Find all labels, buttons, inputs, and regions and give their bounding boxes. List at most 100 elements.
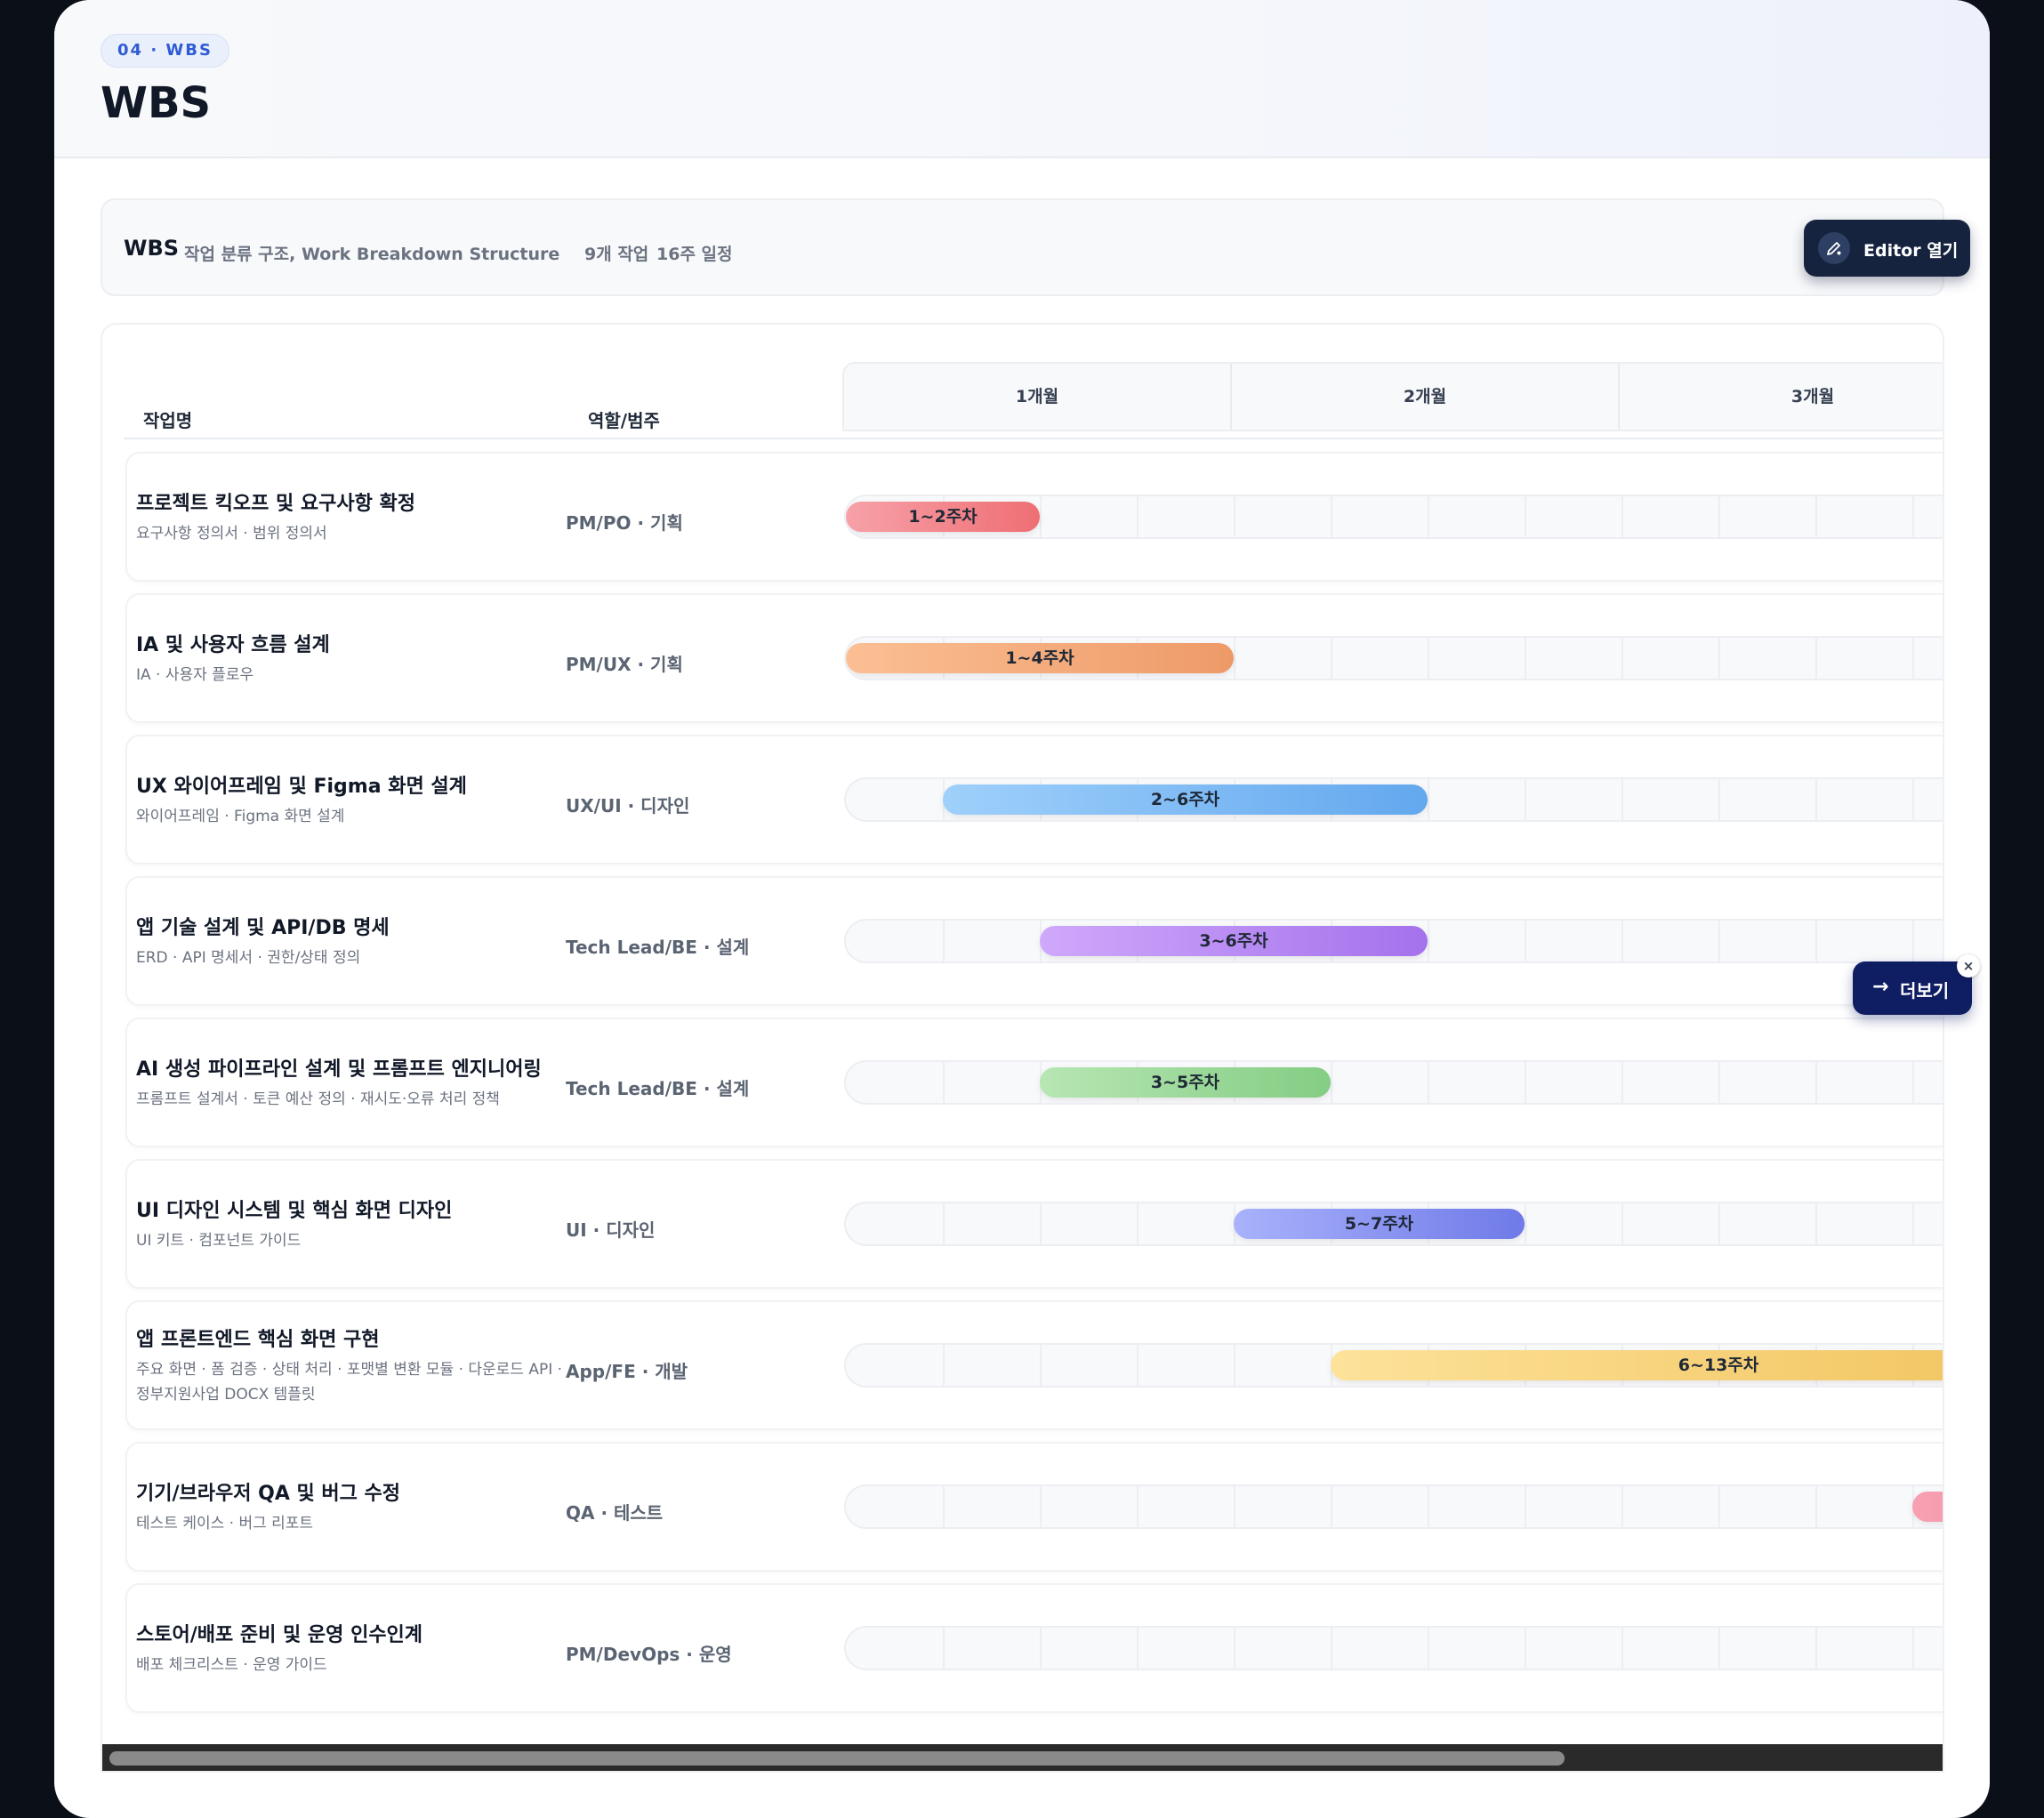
week-gridline bbox=[1234, 638, 1235, 679]
week-gridline bbox=[1040, 1628, 1042, 1669]
more-button[interactable]: → 더보기 bbox=[1853, 961, 1972, 1015]
gantt-bar[interactable] bbox=[1912, 1492, 1943, 1522]
month-3: 3개월 bbox=[1620, 364, 1943, 430]
table-row[interactable]: 기기/브라우저 QA 및 버그 수정 테스트 케이스 · 버그 리포트 QA · 테… bbox=[125, 1442, 1943, 1572]
more-label: 더보기 bbox=[1900, 980, 1950, 1002]
week-gridline bbox=[1525, 779, 1526, 820]
horizontal-scrollbar[interactable] bbox=[102, 1744, 1943, 1771]
summary-subtitle: 작업 분류 구조, Work Breakdown Structure bbox=[184, 245, 560, 264]
duration: 16주 일정 bbox=[656, 245, 733, 264]
week-gridline bbox=[1815, 1628, 1817, 1669]
gantt-bar[interactable]: 6~13주차 bbox=[1331, 1350, 1943, 1380]
week-gridline bbox=[1234, 496, 1235, 537]
table-row[interactable]: UX 와이어프레임 및 Figma 화면 설계 와이어프레임 · Figma 화면… bbox=[125, 735, 1943, 865]
task-deliverables: 프롬프트 설계서 · 토큰 예산 정의 · 재시도·오류 처리 정책 bbox=[136, 1090, 500, 1108]
table-row[interactable]: 앱 프론트엔드 핵심 화면 구현 주요 화면 · 폼 검증 · 상태 처리 · 포… bbox=[125, 1300, 1943, 1430]
week-gridline bbox=[1815, 1062, 1817, 1103]
week-gridline bbox=[1040, 1486, 1042, 1527]
task-deliverables: 요구사항 정의서 · 범위 정의서 bbox=[136, 525, 327, 543]
week-gridline bbox=[1331, 1486, 1332, 1527]
gantt-bar[interactable]: 3~6주차 bbox=[1040, 926, 1428, 956]
task-role: Tech Lead/BE · 설계 bbox=[566, 1078, 750, 1099]
week-gridline bbox=[1622, 1628, 1623, 1669]
week-gridline bbox=[1912, 638, 1914, 679]
gantt-bar[interactable]: 1~4주차 bbox=[846, 643, 1234, 673]
week-gridline bbox=[1718, 1628, 1720, 1669]
week-gridline bbox=[1234, 1345, 1235, 1386]
week-gridline bbox=[1525, 638, 1526, 679]
task-title: 앱 프론트엔드 핵심 화면 구현 bbox=[136, 1329, 380, 1351]
task-deliverables: ERD · API 명세서 · 권한/상태 정의 bbox=[136, 949, 361, 967]
week-gridline bbox=[1815, 1486, 1817, 1527]
week-gridline bbox=[1428, 779, 1429, 820]
week-gridline bbox=[1137, 1345, 1139, 1386]
week-gridline bbox=[1525, 1062, 1526, 1103]
week-gridline bbox=[943, 1203, 945, 1244]
table-row[interactable]: IA 및 사용자 흐름 설계 IA · 사용자 플로우 PM/UX · 기획 1~4주… bbox=[125, 593, 1943, 723]
gantt-bar[interactable]: 1~2주차 bbox=[846, 502, 1040, 532]
week-gridline bbox=[1912, 1062, 1914, 1103]
close-icon[interactable]: × bbox=[1957, 954, 1980, 977]
gantt-bar[interactable]: 3~5주차 bbox=[1040, 1067, 1331, 1098]
week-gridline bbox=[1525, 921, 1526, 961]
table-row[interactable]: 스토어/배포 준비 및 운영 인수인계 배포 체크리스트 · 운영 가이드 PM/D… bbox=[125, 1583, 1943, 1713]
week-gridline bbox=[1234, 1486, 1235, 1527]
week-gridline bbox=[943, 921, 945, 961]
week-gridline bbox=[1718, 1486, 1720, 1527]
table-row[interactable]: UI 디자인 시스템 및 핵심 화면 디자인 UI 키트 · 컴포넌트 가이드 UI… bbox=[125, 1159, 1943, 1289]
gantt-track bbox=[844, 1626, 1943, 1670]
week-gridline bbox=[1815, 779, 1817, 820]
week-gridline bbox=[1040, 1345, 1042, 1386]
gantt-track bbox=[844, 1484, 1943, 1529]
week-gridline bbox=[1622, 638, 1623, 679]
week-gridline bbox=[943, 1062, 945, 1103]
editor-open-button[interactable]: Editor 열기 bbox=[1804, 220, 1970, 277]
week-gridline bbox=[1622, 921, 1623, 961]
week-gridline bbox=[1912, 1203, 1914, 1244]
week-gridline bbox=[1718, 921, 1720, 961]
week-gridline bbox=[1137, 1628, 1139, 1669]
week-gridline bbox=[1718, 638, 1720, 679]
gantt-track: 1~2주차 bbox=[844, 495, 1943, 539]
scrollbar-thumb[interactable] bbox=[109, 1751, 1565, 1766]
week-gridline bbox=[1622, 1203, 1623, 1244]
task-title: AI 생성 파이프라인 설계 및 프롬프트 엔지니어링 bbox=[136, 1058, 542, 1081]
task-role: App/FE · 개발 bbox=[566, 1361, 688, 1382]
week-gridline bbox=[1137, 1486, 1139, 1527]
task-role: PM/DevOps · 운영 bbox=[566, 1644, 732, 1665]
gantt-bar[interactable]: 2~6주차 bbox=[943, 784, 1428, 815]
editor-open-label: Editor 열기 bbox=[1863, 241, 1959, 261]
week-gridline bbox=[1428, 1486, 1429, 1527]
table-row[interactable]: 프로젝트 킥오프 및 요구사항 확정 요구사항 정의서 · 범위 정의서 PM/PO… bbox=[125, 452, 1943, 582]
gantt-bar[interactable]: 5~7주차 bbox=[1234, 1209, 1525, 1239]
table-row[interactable]: AI 생성 파이프라인 설계 및 프롬프트 엔지니어링프롬프트 설계서 · 토큰… bbox=[125, 1018, 1943, 1147]
week-gridline bbox=[1912, 779, 1914, 820]
header-divider bbox=[124, 438, 1943, 439]
week-gridline bbox=[1525, 1628, 1526, 1669]
week-gridline bbox=[1622, 779, 1623, 820]
gantt-track: 3~5주차 bbox=[844, 1060, 1943, 1105]
gantt-track: 5~7주차 bbox=[844, 1202, 1943, 1246]
month-1: 1개월 bbox=[844, 364, 1232, 430]
week-gridline bbox=[1718, 1203, 1720, 1244]
task-deliverables: 와이어프레임 · Figma 화면 설계 bbox=[136, 808, 345, 825]
task-role: PM/UX · 기획 bbox=[566, 654, 683, 675]
week-gridline bbox=[1525, 1203, 1526, 1244]
task-role: Tech Lead/BE · 설계 bbox=[566, 937, 750, 958]
week-gridline bbox=[943, 1628, 945, 1669]
week-gridline bbox=[1040, 1203, 1042, 1244]
week-gridline bbox=[1137, 1203, 1139, 1244]
week-gridline bbox=[1428, 921, 1429, 961]
week-gridline bbox=[1718, 779, 1720, 820]
task-role: PM/PO · 기획 bbox=[566, 512, 683, 534]
task-deliverables: 배포 체크리스트 · 운영 가이드 bbox=[136, 1656, 327, 1674]
table-row[interactable]: 앱 기술 설계 및 API/DB 명세 ERD · API 명세서 · 권한/상태… bbox=[125, 876, 1943, 1006]
week-gridline bbox=[1428, 496, 1429, 537]
week-gridline bbox=[1525, 496, 1526, 537]
week-gridline bbox=[943, 1345, 945, 1386]
wbs-table: 작업명 역할/범주 1개월 2개월 3개월 프로젝트 킥오프 및 요구사항 확정… bbox=[101, 323, 1944, 1773]
week-gridline bbox=[1815, 496, 1817, 537]
week-gridline bbox=[1912, 1628, 1914, 1669]
week-gridline bbox=[1912, 921, 1914, 961]
week-gridline bbox=[1815, 1203, 1817, 1244]
